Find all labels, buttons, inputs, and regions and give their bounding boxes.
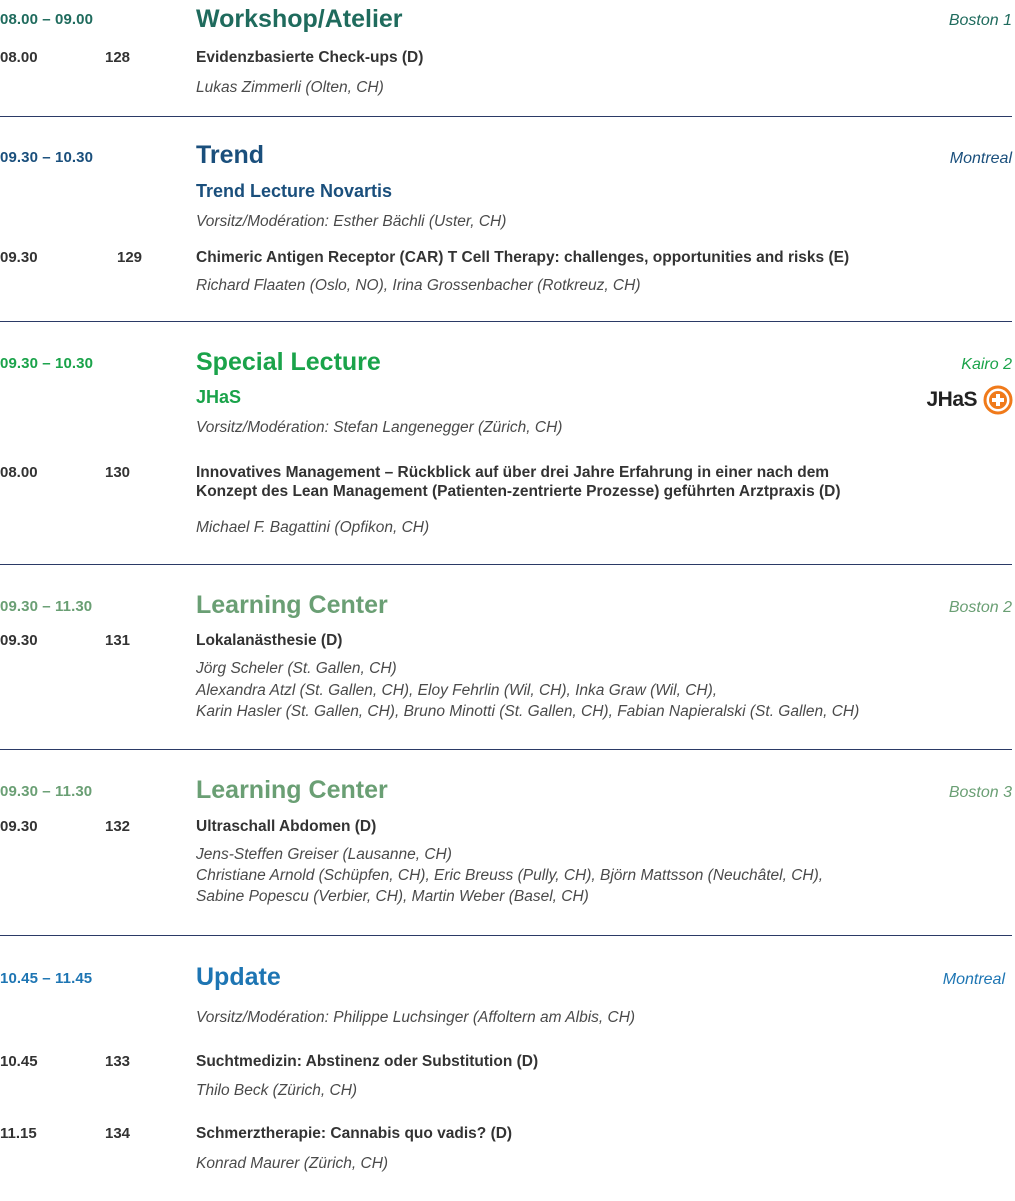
session-time: 09.30 – 11.30 xyxy=(0,783,93,800)
divider xyxy=(0,935,1012,936)
entry-title: Schmerztherapie: Cannabis quo vadis? (D) xyxy=(196,1125,513,1142)
session-subtitle: JHaS xyxy=(196,387,242,407)
divider xyxy=(0,321,1012,322)
entry-time: 10.45 xyxy=(0,1053,38,1070)
session-title: Learning Center xyxy=(196,776,388,804)
session-title: Learning Center xyxy=(196,591,388,619)
entry-speaker: Lukas Zimmerli (Olten, CH) xyxy=(196,79,384,96)
session-title: Workshop/Atelier xyxy=(196,5,403,33)
entry-title: Chimeric Antigen Receptor (CAR) T Cell T… xyxy=(196,249,850,266)
session-room: Montreal xyxy=(942,971,1005,988)
entry-title-line: Innovatives Management – Rückblick auf ü… xyxy=(196,464,830,481)
logo-text: JHaS xyxy=(926,388,977,411)
entry-speaker: Thilo Beck (Zürich, CH) xyxy=(196,1082,358,1099)
entry-speaker-line: Sabine Popescu (Verbier, CH), Martin Web… xyxy=(196,888,589,905)
session-title: Update xyxy=(196,963,281,991)
session-title: Trend xyxy=(196,141,265,169)
entry-number: 128 xyxy=(105,49,131,66)
session-time: 08.00 – 09.00 xyxy=(0,11,94,28)
entry-number: 130 xyxy=(105,464,131,481)
entry-time: 08.00 xyxy=(0,49,38,66)
entry-time: 11.15 xyxy=(0,1125,37,1142)
entry-number: 132 xyxy=(105,818,131,835)
entry-title: Ultraschall Abdomen (D) xyxy=(196,818,377,835)
entry-speaker-line: Jens-Steffen Greiser (Lausanne, CH) xyxy=(196,846,452,863)
entry-time: 08.00 xyxy=(0,464,38,481)
session-subtitle: Trend Lecture Novartis xyxy=(196,181,393,201)
session-room: Boston 1 xyxy=(948,12,1012,29)
session-room: Boston 2 xyxy=(948,599,1012,616)
entry-number: 133 xyxy=(105,1053,131,1070)
session-room: Montreal xyxy=(949,150,1012,167)
entry-speaker: Michael F. Bagattini (Opfikon, CH) xyxy=(196,519,430,536)
entry-time: 09.30 xyxy=(0,249,38,266)
session-time: 09.30 – 11.30 xyxy=(0,598,93,615)
entry-number: 134 xyxy=(105,1125,131,1142)
plus-circle-icon xyxy=(983,385,1013,415)
entry-number: 131 xyxy=(105,632,131,649)
session-room: Boston 3 xyxy=(948,784,1012,801)
entry-title: Lokalanästhesie (D) xyxy=(196,632,343,649)
entry-title: Evidenzbasierte Check-ups (D) xyxy=(196,49,424,66)
divider xyxy=(0,116,1012,117)
session-time: 09.30 – 10.30 xyxy=(0,149,94,166)
entry-time: 09.30 xyxy=(0,818,38,835)
session-moderation: Vorsitz/Modération: Esther Bächli (Uster… xyxy=(196,213,507,230)
session-room: Kairo 2 xyxy=(961,356,1012,373)
entry-speaker-line: Alexandra Atzl (St. Gallen, CH), Eloy Fe… xyxy=(196,682,718,699)
session-time: 09.30 – 10.30 xyxy=(0,355,94,372)
session-time: 10.45 – 11.45 xyxy=(0,970,93,987)
entry-time: 09.30 xyxy=(0,632,38,649)
entry-speaker-line: Christiane Arnold (Schüpfen, CH), Eric B… xyxy=(196,867,824,884)
entry-speaker: Konrad Maurer (Zürich, CH) xyxy=(196,1155,389,1172)
divider xyxy=(0,564,1012,565)
divider xyxy=(0,749,1012,750)
session-title: Special Lecture xyxy=(196,348,381,376)
jhas-logo: JHaS xyxy=(926,385,1013,415)
entry-title-line: Konzept des Lean Management (Patienten-z… xyxy=(196,483,841,500)
session-moderation: Vorsitz/Modération: Stefan Langenegger (… xyxy=(196,419,563,436)
entry-speaker-line: Jörg Scheler (St. Gallen, CH) xyxy=(196,660,397,677)
entry-title: Suchtmedizin: Abstinenz oder Substitutio… xyxy=(196,1053,539,1070)
session-moderation: Vorsitz/Modération: Philippe Luchsinger … xyxy=(196,1009,636,1026)
entry-speaker-line: Karin Hasler (St. Gallen, CH), Bruno Min… xyxy=(196,703,860,720)
entry-speaker: Richard Flaaten (Oslo, NO), Irina Grosse… xyxy=(196,277,641,294)
entry-number: 129 xyxy=(117,249,143,266)
